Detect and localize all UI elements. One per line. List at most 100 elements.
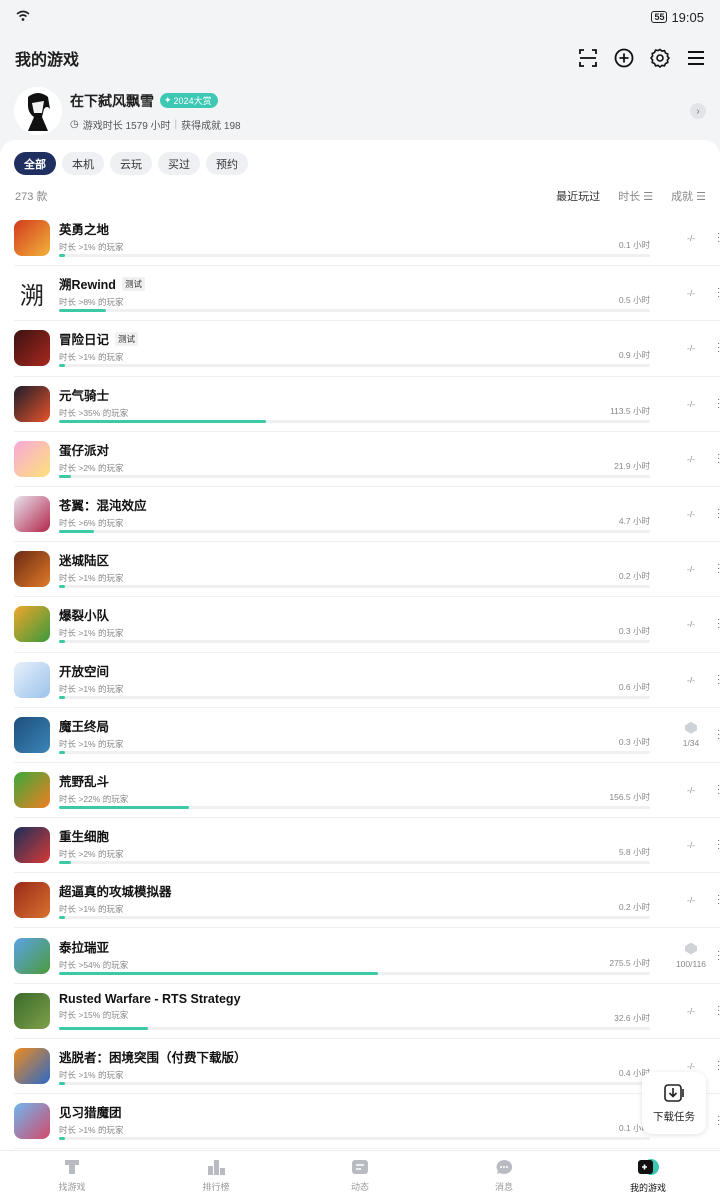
- game-icon[interactable]: [14, 385, 50, 422]
- game-row[interactable]: 超逼真的攻城模拟器时长 >1% 的玩家0.2 小时-/-···: [14, 873, 720, 929]
- menu-icon[interactable]: [686, 48, 706, 68]
- sort-icon: ☰: [643, 191, 654, 203]
- playtime-percentile: 时长 >1% 的玩家: [59, 683, 124, 694]
- nav-messages[interactable]: 消息: [432, 1151, 576, 1200]
- achievement-progress: -/-: [686, 233, 696, 244]
- playtime-bar: [59, 640, 650, 644]
- game-icon[interactable]: [14, 827, 50, 864]
- annual-badge[interactable]: ✦ 2024大赏: [160, 93, 218, 108]
- nav-feed[interactable]: 动态: [288, 1151, 432, 1200]
- game-icon[interactable]: [14, 1047, 50, 1084]
- profile-card[interactable]: 在下弑风飘雪 ✦ 2024大赏 ◷ 游戏时长 1579 小时 | 获得成就 19…: [0, 82, 720, 140]
- filter-reserved[interactable]: 预约: [206, 152, 248, 175]
- my-games-icon: [638, 1159, 659, 1175]
- game-hours: 5.8 小时: [618, 847, 650, 858]
- achievement-progress: -/-: [686, 784, 696, 795]
- game-hours: 4.7 小时: [618, 516, 650, 527]
- game-icon[interactable]: [14, 440, 50, 477]
- game-row[interactable]: 苍翼：混沌效应时长 >6% 的玩家4.7 小时-/-···: [14, 487, 720, 543]
- game-hours: 0.2 小时: [618, 902, 650, 913]
- game-icon[interactable]: [14, 937, 50, 974]
- playtime-percentile: 时长 >1% 的玩家: [59, 738, 124, 749]
- game-row[interactable]: 重生细胞时长 >2% 的玩家5.8 小时-/-···: [14, 818, 720, 874]
- game-row[interactable]: 逃脱者：困境突围（付费下载版）时长 >1% 的玩家0.4 小时-/-···: [14, 1039, 720, 1094]
- playtime-percentile: 时长 >15% 的玩家: [59, 1009, 129, 1020]
- achievement-progress: -/-: [686, 1060, 696, 1071]
- playtime-bar: [59, 861, 650, 865]
- sort-achievement[interactable]: 成就 ☰: [671, 188, 706, 204]
- status-bar: 55 19:05: [0, 0, 720, 34]
- user-name: 在下弑风飘雪: [70, 92, 154, 109]
- achievement-icon: [685, 721, 697, 734]
- game-row[interactable]: 见习猎魔团时长 >1% 的玩家0.1 小时···: [14, 1094, 720, 1150]
- game-name: 冒险日记: [59, 333, 110, 348]
- game-icon[interactable]: [14, 330, 50, 367]
- sort-bar: 273 款 最近玩过 时长 ☰ 成就 ☰: [0, 181, 720, 211]
- game-name: 爆裂小队: [59, 609, 110, 624]
- sort-duration[interactable]: 时长 ☰: [618, 188, 653, 204]
- game-row[interactable]: 开放空间时长 >1% 的玩家0.6 小时-/-···: [14, 653, 720, 708]
- playtime-bar: [59, 1081, 650, 1085]
- playtime-bar: [59, 474, 650, 478]
- game-icon[interactable]: [14, 992, 50, 1029]
- game-row[interactable]: 英勇之地时长 >1% 的玩家0.1 小时-/-···: [14, 211, 720, 267]
- game-name: Rusted Warfare - RTS Strategy: [59, 991, 241, 1006]
- playtime-bar: [59, 805, 650, 809]
- filter-cloud[interactable]: 云玩: [110, 152, 152, 175]
- game-icon[interactable]: [14, 771, 50, 808]
- playtime-bar-fill: [59, 1026, 148, 1030]
- game-icon[interactable]: [14, 716, 50, 753]
- chevron-right-icon[interactable]: ›: [690, 103, 706, 119]
- playtime-bar-fill: [59, 640, 65, 644]
- achievement-progress: -/-: [686, 343, 696, 354]
- game-row[interactable]: 爆裂小队时长 >1% 的玩家0.3 小时-/-···: [14, 597, 720, 653]
- game-row[interactable]: 魔王终局时长 >1% 的玩家0.3 小时1/34···: [14, 708, 720, 763]
- game-icon[interactable]: [14, 1103, 50, 1140]
- playtime-percentile: 时长 >1% 的玩家: [59, 352, 124, 363]
- game-row[interactable]: 溯溯Rewind测试时长 >8% 的玩家0.5 小时-/-···: [14, 266, 720, 322]
- nav-my-games[interactable]: 我的游戏: [576, 1151, 720, 1200]
- game-icon[interactable]: 溯: [14, 275, 50, 312]
- game-icon[interactable]: [14, 882, 50, 919]
- playtime-percentile: 时长 >1% 的玩家: [59, 573, 124, 584]
- add-icon[interactable]: [614, 48, 634, 68]
- page-title: 我的游戏: [15, 52, 80, 69]
- filter-local[interactable]: 本机: [62, 152, 104, 175]
- clock: 19:05: [671, 9, 704, 25]
- wifi-icon: [16, 10, 30, 25]
- settings-icon[interactable]: [650, 48, 670, 68]
- game-row[interactable]: 泰拉瑞亚时长 >54% 的玩家275.5 小时100/116···: [14, 928, 720, 984]
- sort-recent[interactable]: 最近玩过: [556, 188, 600, 204]
- achievement-progress: -/-: [686, 895, 696, 906]
- playtime-percentile: 时长 >6% 的玩家: [59, 518, 124, 529]
- game-row[interactable]: 蛋仔派对时长 >2% 的玩家21.9 小时-/-···: [14, 432, 720, 487]
- playtime-bar: [59, 750, 650, 754]
- game-row[interactable]: 冒险日记测试时长 >1% 的玩家0.9 小时-/-···: [14, 321, 720, 377]
- game-row[interactable]: 荒野乱斗时长 >22% 的玩家156.5 小时-/-···: [14, 763, 720, 819]
- playtime-bar: [59, 419, 650, 423]
- message-icon: [496, 1159, 513, 1174]
- game-hours: 275.5 小时: [609, 957, 650, 968]
- achievement-progress: -/-: [686, 398, 696, 409]
- sort-icon: ☰: [696, 191, 706, 203]
- game-icon[interactable]: [14, 551, 50, 588]
- nav-ranking[interactable]: 排行榜: [144, 1151, 288, 1200]
- game-icon[interactable]: [14, 606, 50, 643]
- game-icon[interactable]: [14, 496, 50, 533]
- avatar[interactable]: [14, 87, 62, 135]
- game-hours: 0.9 小时: [618, 350, 650, 361]
- download-task-button[interactable]: 下载任务: [642, 1072, 706, 1134]
- game-row[interactable]: Rusted Warfare - RTS Strategy 时长 >15% 的玩家…: [14, 984, 720, 1039]
- game-name: 溯Rewind: [59, 278, 116, 293]
- achievement-progress: -/-: [686, 1005, 696, 1016]
- game-row[interactable]: 迷城陆区时长 >1% 的玩家0.2 小时-/-···: [14, 542, 720, 598]
- filter-all[interactable]: 全部: [14, 152, 56, 175]
- game-hours: 0.3 小时: [618, 626, 650, 637]
- game-icon[interactable]: [14, 220, 50, 257]
- game-row[interactable]: 元气骑士时长 >35% 的玩家113.5 小时-/-···: [14, 377, 720, 432]
- page-header: 我的游戏: [0, 34, 720, 82]
- filter-purchased[interactable]: 买过: [158, 152, 200, 175]
- game-icon[interactable]: [14, 661, 50, 698]
- scan-icon[interactable]: [578, 48, 598, 68]
- nav-find-games[interactable]: 找游戏: [0, 1151, 144, 1200]
